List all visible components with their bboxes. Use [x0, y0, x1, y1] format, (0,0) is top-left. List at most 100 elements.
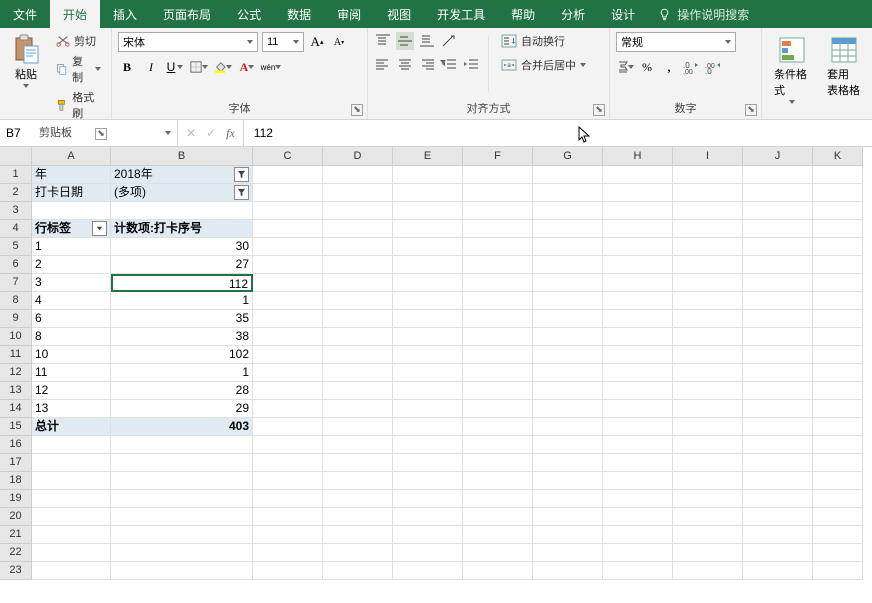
grow-font-button[interactable]: A▴: [308, 33, 326, 51]
cell[interactable]: [323, 418, 393, 436]
orientation-button[interactable]: [440, 32, 458, 50]
cell[interactable]: [323, 238, 393, 256]
cell[interactable]: [743, 202, 813, 220]
tab-analyze[interactable]: 分析: [548, 0, 598, 28]
tab-view[interactable]: 视图: [374, 0, 424, 28]
row-header[interactable]: 12: [0, 364, 32, 382]
cell[interactable]: [111, 508, 253, 526]
cell[interactable]: [813, 382, 863, 400]
row-header[interactable]: 13: [0, 382, 32, 400]
cell[interactable]: [603, 418, 673, 436]
cell[interactable]: [743, 184, 813, 202]
cell[interactable]: [743, 310, 813, 328]
cell[interactable]: [813, 166, 863, 184]
cell[interactable]: [813, 184, 863, 202]
cell[interactable]: [603, 400, 673, 418]
column-header[interactable]: G: [533, 147, 603, 166]
cell[interactable]: [673, 400, 743, 418]
cell[interactable]: [253, 490, 323, 508]
cell[interactable]: [253, 472, 323, 490]
cell[interactable]: [673, 346, 743, 364]
cell[interactable]: [32, 562, 111, 580]
cell[interactable]: [743, 382, 813, 400]
borders-button[interactable]: [190, 58, 208, 76]
align-bottom-button[interactable]: [418, 32, 436, 50]
row-header[interactable]: 20: [0, 508, 32, 526]
cell[interactable]: [673, 562, 743, 580]
filter-dropdown-icon[interactable]: [92, 221, 107, 236]
cell[interactable]: [743, 472, 813, 490]
cell[interactable]: [393, 328, 463, 346]
cell[interactable]: [323, 166, 393, 184]
column-header[interactable]: J: [743, 147, 813, 166]
cell[interactable]: [603, 220, 673, 238]
row-header[interactable]: 2: [0, 184, 32, 202]
cell[interactable]: [393, 508, 463, 526]
cell[interactable]: [673, 328, 743, 346]
cell[interactable]: [533, 418, 603, 436]
bold-button[interactable]: B: [118, 58, 136, 76]
cell[interactable]: 13: [32, 400, 111, 418]
row-header[interactable]: 22: [0, 544, 32, 562]
row-header[interactable]: 10: [0, 328, 32, 346]
cell[interactable]: [813, 562, 863, 580]
cell[interactable]: [393, 166, 463, 184]
cell[interactable]: [743, 328, 813, 346]
cell[interactable]: [813, 436, 863, 454]
cell[interactable]: [813, 310, 863, 328]
cell[interactable]: [463, 310, 533, 328]
cell[interactable]: [463, 490, 533, 508]
cell[interactable]: 12: [32, 382, 111, 400]
cell[interactable]: [813, 202, 863, 220]
column-header[interactable]: K: [813, 147, 863, 166]
cell[interactable]: 行标签: [32, 220, 111, 238]
formula-input[interactable]: 112: [244, 120, 872, 146]
cell[interactable]: [673, 274, 743, 292]
cell[interactable]: [603, 202, 673, 220]
cell[interactable]: [463, 562, 533, 580]
cell[interactable]: [743, 454, 813, 472]
cell[interactable]: [673, 490, 743, 508]
dialog-launcher[interactable]: ⬊: [593, 104, 605, 116]
cell[interactable]: [673, 310, 743, 328]
cell[interactable]: [813, 454, 863, 472]
cell[interactable]: [533, 472, 603, 490]
tab-data[interactable]: 数据: [274, 0, 324, 28]
row-header[interactable]: 4: [0, 220, 32, 238]
cell[interactable]: [111, 490, 253, 508]
cell[interactable]: [323, 508, 393, 526]
cell[interactable]: [253, 274, 323, 292]
cell[interactable]: [253, 562, 323, 580]
cell[interactable]: [393, 220, 463, 238]
cell[interactable]: [393, 382, 463, 400]
cell[interactable]: [323, 544, 393, 562]
cell[interactable]: 总计: [32, 418, 111, 436]
align-right-button[interactable]: [418, 56, 436, 74]
cell[interactable]: [393, 274, 463, 292]
row-header[interactable]: 6: [0, 256, 32, 274]
cell[interactable]: 28: [111, 382, 253, 400]
cell[interactable]: [253, 508, 323, 526]
cell[interactable]: [393, 454, 463, 472]
row-header[interactable]: 14: [0, 400, 32, 418]
increase-decimal-button[interactable]: .0.00: [682, 58, 700, 76]
cell[interactable]: [393, 490, 463, 508]
cell[interactable]: [533, 364, 603, 382]
cell[interactable]: [253, 184, 323, 202]
cell[interactable]: [253, 220, 323, 238]
font-color-button[interactable]: A: [238, 58, 256, 76]
cell[interactable]: [323, 400, 393, 418]
cell[interactable]: [743, 526, 813, 544]
cell[interactable]: [533, 508, 603, 526]
cell[interactable]: [463, 184, 533, 202]
cell[interactable]: [323, 436, 393, 454]
column-header[interactable]: C: [253, 147, 323, 166]
cell[interactable]: [743, 256, 813, 274]
align-middle-button[interactable]: [396, 32, 414, 50]
cell[interactable]: 3: [32, 274, 111, 292]
cell[interactable]: [111, 472, 253, 490]
cell[interactable]: [111, 526, 253, 544]
row-header[interactable]: 15: [0, 418, 32, 436]
row-header[interactable]: 7: [0, 274, 32, 292]
cell[interactable]: [673, 472, 743, 490]
